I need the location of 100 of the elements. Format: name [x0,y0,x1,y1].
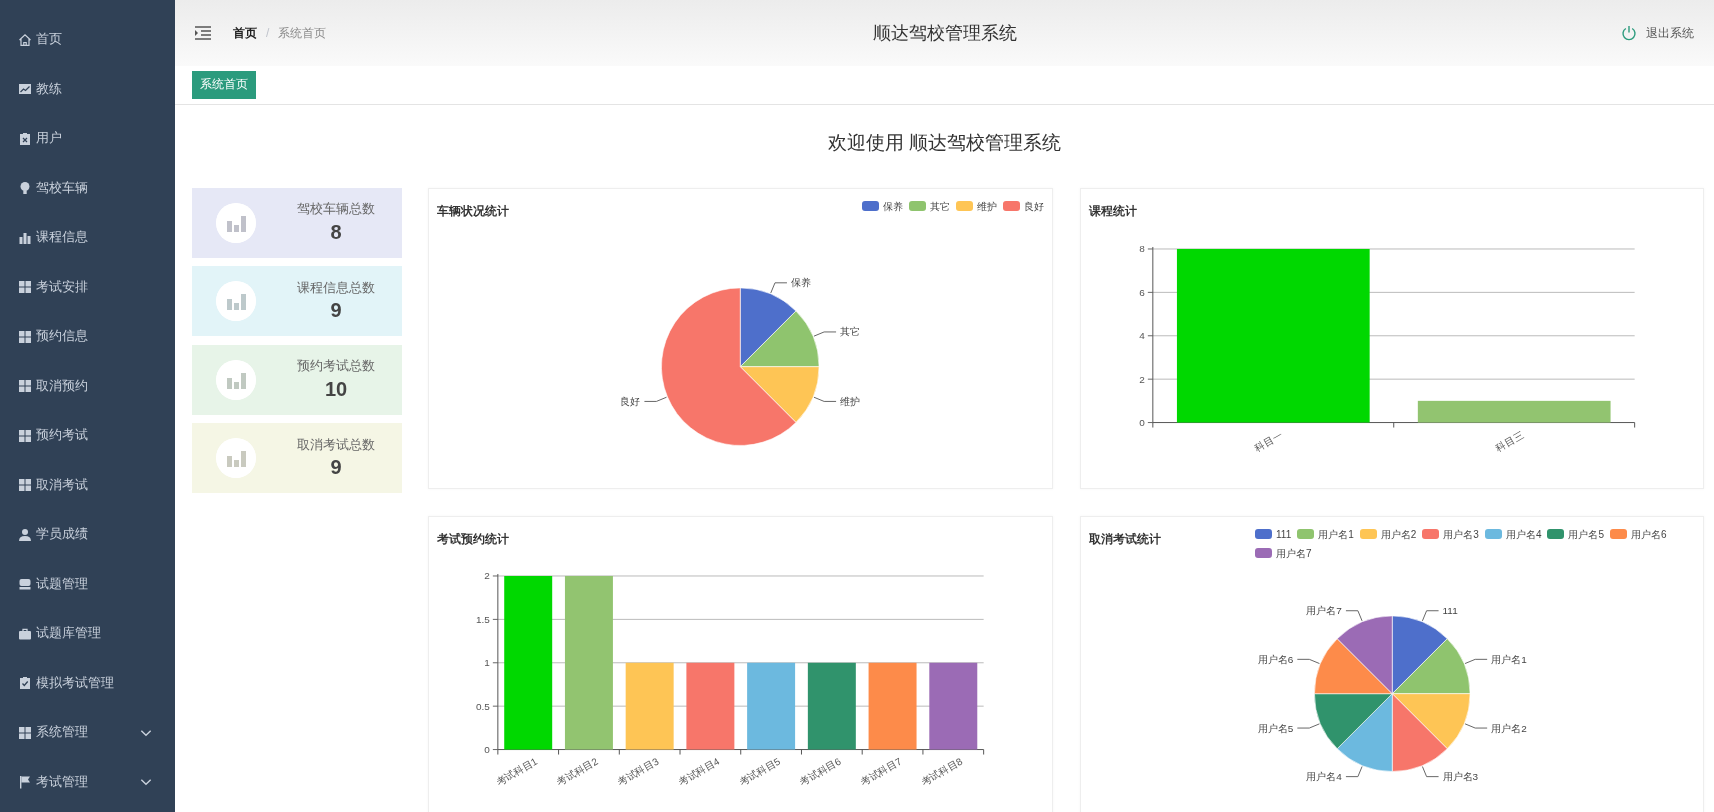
legend-swatch[interactable] [955,201,973,211]
leader-line [1344,610,1363,622]
stat-label: 课程信息总数 [296,279,376,297]
axis-category-label: 考试科目8 [919,755,965,788]
slice-label: 用户名1 [1490,653,1527,665]
axis-tick-label: 2 [1138,373,1145,385]
legend-label[interactable]: 用户名5 [1568,526,1604,542]
axis-tick-label: 0.5 [476,700,490,712]
sidebar-item[interactable]: 课程信息 [0,213,175,263]
grid-icon [18,280,32,295]
logout-link[interactable]: 退出系统 [1646,24,1694,42]
clipboard-check-icon [18,676,32,691]
chart-title: 课程统计 [1088,203,1137,219]
legend-swatch[interactable] [1255,529,1272,540]
sidebar-item[interactable]: 考试安排 [0,262,175,312]
sidebar-item[interactable]: 取消考试 [0,460,175,510]
axis-tick-label: 1.5 [476,613,490,625]
grid-icon [18,428,32,443]
breadcrumb-current: 系统首页 [278,25,327,42]
leader-line [1464,658,1488,664]
sidebar-item[interactable]: 用户 [0,114,175,164]
stat-label: 取消考试总数 [296,436,376,454]
sidebar-item[interactable]: 考试管理 [0,757,175,807]
menu-toggle-icon[interactable] [195,26,211,40]
legend-label[interactable]: 其它 [929,198,950,214]
breadcrumb-separator: / [266,25,270,42]
legend-swatch[interactable] [908,201,926,211]
sidebar-item[interactable]: 预约考试 [0,411,175,461]
legend-swatch[interactable] [1359,529,1377,540]
bulb-icon [18,181,32,196]
user-icon [18,527,32,542]
legend-swatch[interactable] [861,201,879,211]
legend-label[interactable]: 用户名6 [1631,526,1667,542]
axis-category-label: 考试科目1 [494,755,540,788]
axis-tick-label: 0 [1138,416,1145,428]
legend-swatch[interactable] [1547,529,1565,540]
legend-label[interactable]: 111 [1276,526,1292,542]
stat-value: 9 [329,298,343,324]
leader-line [770,281,788,293]
app-title: 顺达驾校管理系统 [872,21,1017,45]
stat-value: 9 [329,455,343,481]
slice-label: 用户名5 [1257,722,1293,734]
legend-label[interactable]: 用户名3 [1443,526,1479,542]
leader-line [1464,723,1488,729]
axis-category-label: 科目一 [1252,428,1284,453]
leader-line [1421,765,1439,778]
legend-label[interactable]: 良好 [1023,198,1044,214]
legend-swatch[interactable] [1610,529,1627,540]
slice-label: 良好 [620,395,641,407]
stat-label: 驾校车辆总数 [296,201,376,219]
leader-line [643,396,667,402]
axis-tick-label: 0 [484,743,490,755]
legend-label[interactable]: 用户名4 [1505,526,1542,542]
legend-label[interactable]: 用户名1 [1318,526,1354,542]
tray-icon [18,577,32,592]
leader-line [813,330,837,337]
leader-line [1296,658,1320,664]
legend-label[interactable]: 维护 [976,198,997,214]
axis-category-label: 科目三 [1493,428,1525,453]
clipboard-icon [18,131,32,146]
slice-label: 用户名4 [1305,771,1342,782]
slice-label: 111 [1442,605,1458,617]
sidebar-item[interactable]: 系统管理 [0,708,175,758]
axis-category-label: 考试科目3 [615,755,661,788]
axis-category-label: 考试科目6 [797,755,843,788]
legend-label[interactable]: 保养 [882,198,903,214]
sidebar-item[interactable]: 试题库管理 [0,609,175,659]
slice-label: 用户名2 [1490,722,1527,734]
sidebar-item[interactable]: 学员成绩 [0,510,175,560]
axis-category-label: 考试科目4 [676,755,722,788]
sidebar-item[interactable]: 首页 [0,15,175,65]
axis-category-label: 考试科目5 [737,755,783,788]
sidebar-item[interactable]: 取消预约 [0,361,175,411]
bar-chart-icon [18,230,32,245]
breadcrumb-link[interactable]: 首页 [233,24,257,42]
line-chart-icon [18,82,32,97]
sidebar-item[interactable]: 试题管理 [0,559,175,609]
sidebar-item[interactable]: 预约信息 [0,312,175,362]
legend-label[interactable]: 用户名2 [1380,526,1417,542]
stat-value: 8 [329,219,343,245]
grid-icon [18,329,32,344]
sidebar-item[interactable]: 教练 [0,64,175,114]
axis-tick-label: 8 [1138,242,1145,254]
sidebar-item[interactable]: 模拟考试管理 [0,658,175,708]
legend-label[interactable]: 用户名7 [1276,545,1312,561]
slice-label: 用户名6 [1257,653,1293,665]
sidebar-item[interactable]: 驾校车辆 [0,163,175,213]
flag-icon [18,775,32,790]
legend-swatch[interactable] [1484,529,1502,540]
slice-label: 其它 [840,325,861,337]
legend-swatch[interactable] [1002,201,1020,211]
grid-icon [18,379,32,394]
axis-tick-label: 6 [1138,286,1145,298]
legend-swatch[interactable] [1297,529,1315,540]
chart-title: 考试预约统计 [437,531,509,547]
grid-icon [18,478,32,493]
slice-label: 用户名3 [1442,771,1478,782]
legend-swatch[interactable] [1255,548,1272,559]
leader-line [1421,610,1439,622]
legend-swatch[interactable] [1422,529,1440,540]
